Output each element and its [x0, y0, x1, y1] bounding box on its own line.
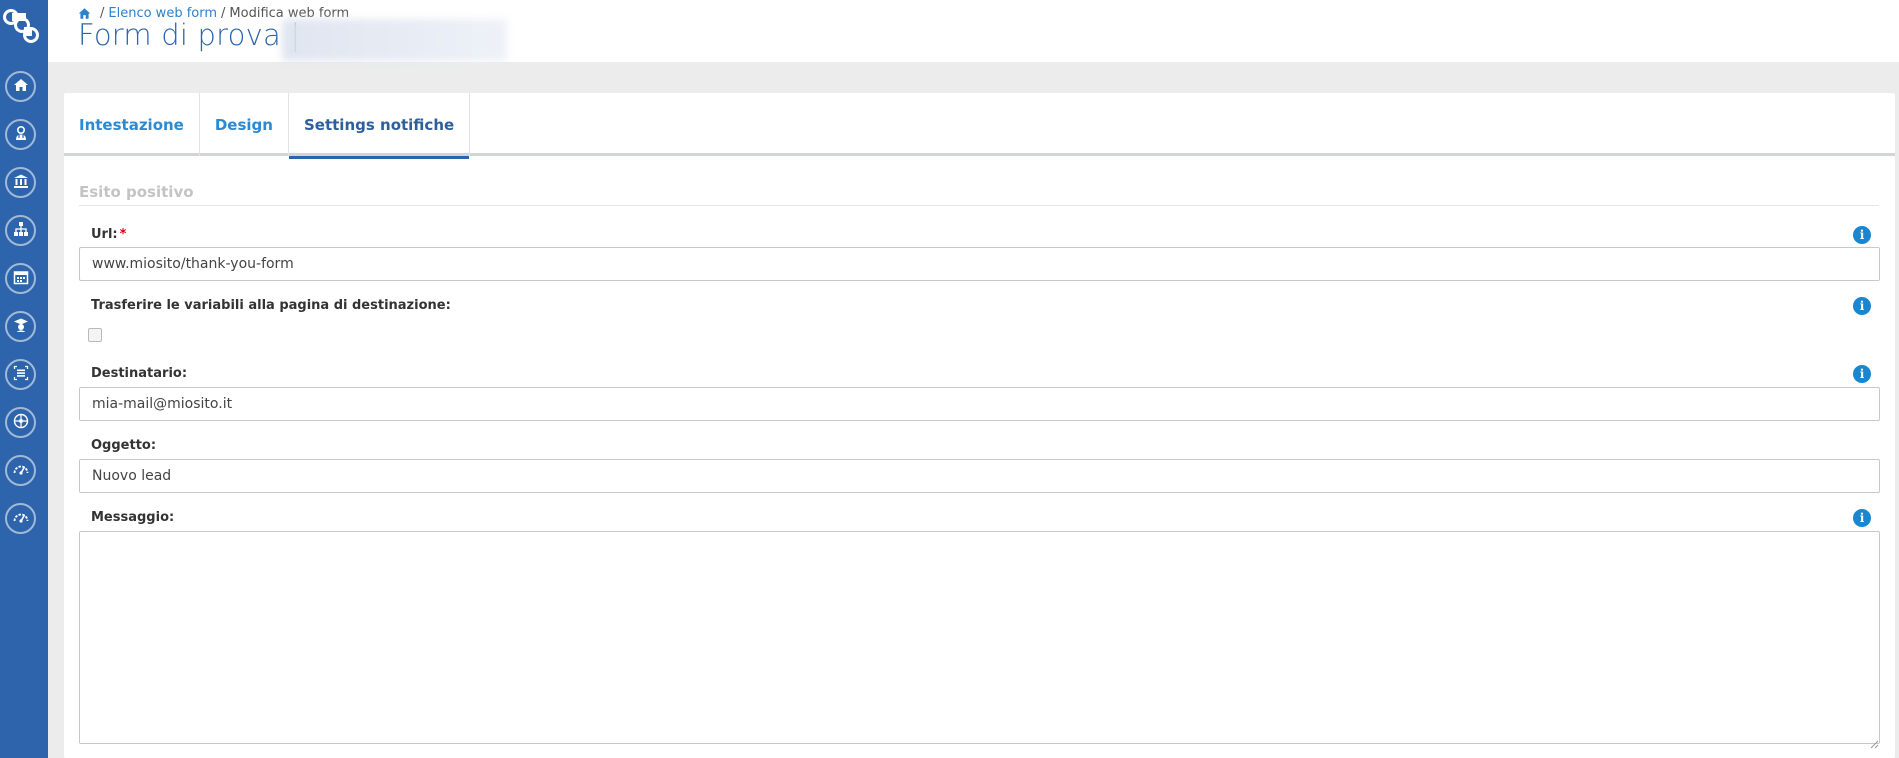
hierarchy-icon	[13, 221, 29, 241]
list-icon	[13, 365, 29, 385]
message-label: Messaggio:	[91, 510, 175, 525]
app-logo-icon[interactable]	[2, 8, 40, 44]
url-input[interactable]	[79, 247, 1880, 281]
gauge-icon	[13, 509, 29, 529]
resize-grip-icon[interactable]	[1870, 734, 1879, 749]
home-icon	[13, 77, 29, 97]
recipient-input[interactable]	[79, 387, 1880, 421]
calendar-icon	[13, 269, 29, 289]
url-label-text: Url:	[91, 227, 118, 242]
sidebar	[0, 0, 48, 758]
tab-design[interactable]: Design	[200, 93, 289, 156]
sidebar-item-hierarchy[interactable]	[5, 215, 36, 246]
page-title: Form di prova |	[78, 18, 301, 52]
page-header: / Elenco web form / Modifica web form Fo…	[48, 0, 1899, 62]
info-icon[interactable]: i	[1853, 509, 1871, 527]
form-card: Intestazione Design Settings notifiche E…	[64, 93, 1895, 758]
info-icon[interactable]: i	[1853, 365, 1871, 383]
url-label: Url: *	[91, 227, 126, 242]
tab-bar: Intestazione Design Settings notifiche	[64, 93, 1895, 159]
sidebar-item-network[interactable]	[5, 407, 36, 438]
subject-label: Oggetto:	[91, 438, 157, 453]
doctor-icon	[13, 125, 29, 145]
required-mark: *	[119, 227, 127, 242]
network-icon	[13, 413, 29, 433]
sidebar-item-calendar[interactable]	[5, 263, 36, 294]
sidebar-item-institution[interactable]	[5, 167, 36, 198]
sidebar-item-gauge-1[interactable]	[5, 455, 36, 486]
gauge-icon	[13, 461, 29, 481]
info-icon[interactable]: i	[1853, 297, 1871, 315]
sidebar-item-graduation[interactable]	[5, 311, 36, 342]
tab-settings-notifiche[interactable]: Settings notifiche	[288, 93, 471, 159]
institution-icon	[13, 173, 29, 193]
redacted-title-part	[282, 19, 507, 61]
section-title: Esito positivo	[79, 183, 1879, 206]
sidebar-item-home[interactable]	[5, 71, 36, 102]
message-textarea[interactable]	[79, 531, 1880, 744]
graduation-icon	[13, 317, 29, 337]
info-icon[interactable]: i	[1853, 226, 1871, 244]
tab-intestazione[interactable]: Intestazione	[64, 93, 200, 156]
recipient-label: Destinatario:	[91, 366, 188, 381]
transfer-variables-checkbox[interactable]	[88, 328, 102, 342]
sidebar-item-gauge-2[interactable]	[5, 503, 36, 534]
sidebar-item-list[interactable]	[5, 359, 36, 390]
sidebar-item-doctor[interactable]	[5, 119, 36, 150]
subject-input[interactable]	[79, 459, 1880, 493]
transfer-variables-label: Trasferire le variabili alla pagina di d…	[91, 298, 451, 313]
